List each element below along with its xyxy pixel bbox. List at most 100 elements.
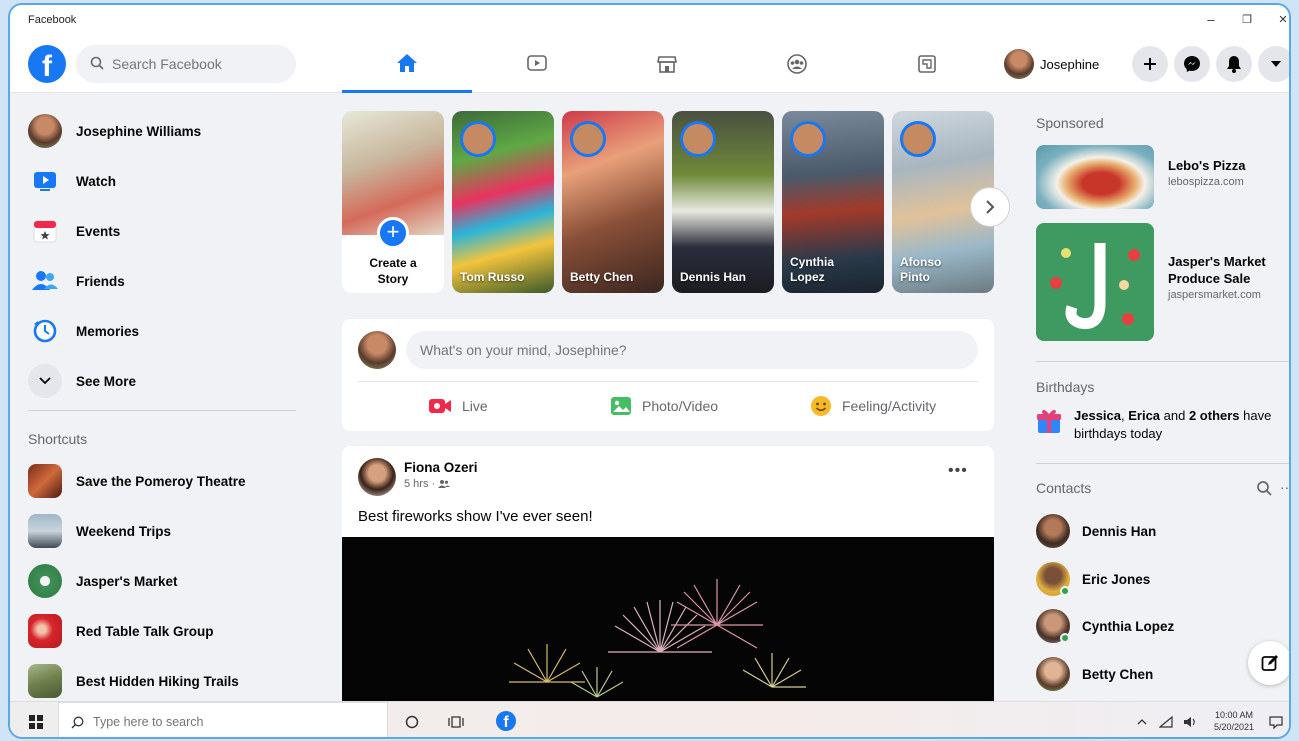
create-story-card[interactable]: + Create a Story <box>342 111 444 293</box>
sidebar-item-see-more[interactable]: See More <box>28 361 136 401</box>
notification-center-icon[interactable] <box>1264 702 1288 737</box>
tab-gaming[interactable] <box>862 35 992 93</box>
story-avatar <box>900 121 936 157</box>
story-card[interactable]: Dennis Han <box>672 111 774 293</box>
facebook-logo[interactable]: f <box>28 45 66 83</box>
sidebar-item-profile[interactable]: Josephine Williams <box>28 111 201 151</box>
search-input[interactable] <box>112 45 287 83</box>
ad-title: Jasper's Market <box>1168 254 1266 269</box>
post-author[interactable]: Fiona Ozeri <box>404 460 478 475</box>
story-card[interactable]: Tom Russo <box>452 111 554 293</box>
contacts-options-button[interactable]: ··· <box>1280 479 1289 495</box>
divider <box>358 381 978 382</box>
story-card[interactable]: Betty Chen <box>562 111 664 293</box>
caret-down-icon <box>1271 61 1281 67</box>
story-card[interactable]: Cynthia Lopez <box>782 111 884 293</box>
shortcut-item[interactable]: Jasper's Market <box>28 561 178 601</box>
volume-icon[interactable] <box>1178 702 1202 737</box>
restore-button[interactable]: ❐ <box>1232 10 1262 30</box>
minimize-button[interactable]: – <box>1196 10 1226 30</box>
windows-taskbar: f 10:00 AM 5/20/2021 <box>10 701 1289 737</box>
taskbar-search[interactable] <box>58 702 388 737</box>
shortcut-item[interactable]: Save the Pomeroy Theatre <box>28 461 246 501</box>
sidebar-item-label: Friends <box>76 273 125 289</box>
search-icon[interactable] <box>1256 480 1272 496</box>
chevron-right-icon <box>986 200 995 214</box>
post-composer: Live Photo/Video Feeling/Activity <box>342 319 994 431</box>
photo-icon <box>611 397 631 415</box>
birthday-text: and <box>1160 408 1189 423</box>
taskbar-facebook-app[interactable]: f <box>488 702 524 737</box>
birthday-notice[interactable]: Jessica, Erica and 2 others have birthda… <box>1036 407 1271 443</box>
sponsored-ad[interactable]: Jasper's Market Produce Sale jaspersmark… <box>1036 223 1266 341</box>
plus-icon <box>1144 58 1156 70</box>
shortcut-thumbnail <box>28 514 62 548</box>
chevron-up-icon[interactable] <box>1130 702 1154 737</box>
birthday-name: Jessica <box>1074 408 1121 423</box>
taskbar-clock[interactable]: 10:00 AM 5/20/2021 <box>1214 709 1254 733</box>
ad-url: lebospizza.com <box>1168 176 1244 188</box>
post-caption: Best fireworks show I've ever seen! <box>358 508 593 525</box>
birthday-others: 2 others <box>1188 408 1240 423</box>
whats-on-your-mind-input[interactable] <box>406 331 978 369</box>
clock-time: 10:00 AM <box>1215 710 1254 720</box>
photo-video-button[interactable]: Photo/Video <box>610 389 718 423</box>
account-menu-button[interactable] <box>1258 46 1289 82</box>
create-button[interactable] <box>1132 46 1168 82</box>
search-icon <box>90 56 104 70</box>
cortana-button[interactable] <box>394 702 430 737</box>
live-video-button[interactable]: Live <box>428 389 488 423</box>
tab-home[interactable] <box>342 35 472 93</box>
notifications-button[interactable] <box>1216 46 1252 82</box>
contacts-heading: Contacts <box>1036 480 1092 496</box>
contact-item[interactable]: Betty Chen <box>1036 654 1153 694</box>
stories-next-button[interactable] <box>970 187 1010 227</box>
contact-item[interactable]: Dennis Han <box>1036 511 1156 551</box>
sponsored-ad[interactable]: Lebo's Pizza lebospizza.com <box>1036 145 1246 209</box>
sidebar-item-friends[interactable]: Friends <box>28 261 125 301</box>
post-timestamp[interactable]: 5 hrs · <box>404 478 435 490</box>
task-view-button[interactable] <box>438 702 474 737</box>
network-icon[interactable] <box>1154 702 1178 737</box>
new-message-button[interactable] <box>1248 641 1289 685</box>
marketplace-icon <box>657 56 677 73</box>
shortcut-item[interactable]: Best Hidden Hiking Trails <box>28 661 239 701</box>
shortcut-item[interactable]: Red Table Talk Group <box>28 611 214 651</box>
story-name: Afonso <box>900 255 942 269</box>
close-button[interactable]: ✕ <box>1268 10 1289 30</box>
search-box[interactable] <box>76 45 296 83</box>
window-title: Facebook <box>28 14 77 26</box>
profile-chip[interactable]: Josephine <box>1004 45 1099 83</box>
plus-icon: + <box>377 217 409 249</box>
start-button[interactable] <box>18 702 54 737</box>
contact-item[interactable]: Cynthia Lopez <box>1036 606 1174 646</box>
contact-item[interactable]: Eric Jones <box>1036 559 1150 599</box>
gaming-icon <box>918 55 936 73</box>
gift-icon <box>1037 409 1061 433</box>
sidebar-item-memories[interactable]: Memories <box>28 311 139 351</box>
top-navigation: f Josephine <box>10 35 1289 93</box>
birthday-name: Erica <box>1128 408 1161 423</box>
create-story-label: Create a <box>369 256 417 270</box>
create-story-label: Story <box>377 272 409 286</box>
post-image[interactable] <box>342 537 994 706</box>
taskbar-search-input[interactable] <box>93 703 383 737</box>
tab-groups[interactable] <box>732 35 862 93</box>
online-indicator <box>1060 586 1070 596</box>
tab-watch[interactable] <box>472 35 602 93</box>
avatar[interactable] <box>358 458 396 496</box>
messenger-button[interactable] <box>1174 46 1210 82</box>
sidebar-item-watch[interactable]: Watch <box>28 161 116 201</box>
contact-name: Dennis Han <box>1082 523 1157 539</box>
fireworks-image <box>509 579 806 698</box>
tab-marketplace[interactable] <box>602 35 732 93</box>
compose-icon <box>1261 655 1278 671</box>
shortcut-item[interactable]: Weekend Trips <box>28 511 171 551</box>
sidebar-item-events[interactable]: Events <box>28 211 120 251</box>
calendar-icon <box>28 214 62 248</box>
sidebar-item-label: Josephine Williams <box>76 123 202 139</box>
feeling-activity-button[interactable]: Feeling/Activity <box>810 389 936 423</box>
right-sidebar: Sponsored Lebo's Pizza lebospizza.com Ja… <box>1024 93 1289 701</box>
ad-title: Lebo's Pizza <box>1168 158 1246 173</box>
post-options-button[interactable]: ••• <box>948 462 968 480</box>
